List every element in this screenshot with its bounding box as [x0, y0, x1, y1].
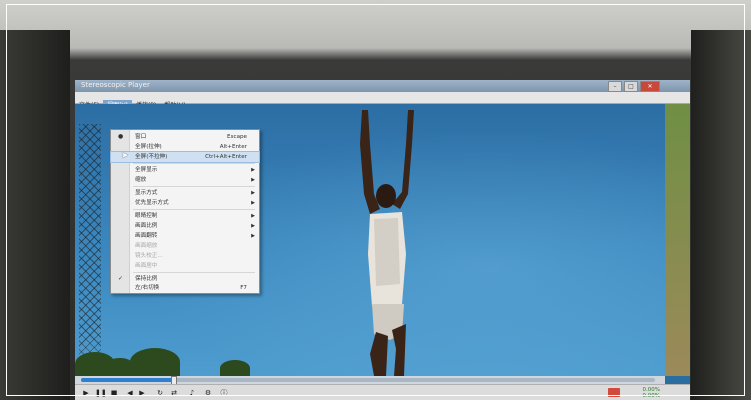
settings-icon[interactable]: ⚙ — [203, 388, 213, 398]
menu-item-window[interactable]: ● 窗口 Escape — [111, 132, 259, 142]
menu-item-fullscreen-display[interactable]: 全屏显示 ▶ — [111, 165, 259, 175]
next-icon[interactable]: ▶ — [137, 388, 147, 398]
play-icon[interactable]: ▶ — [81, 388, 91, 398]
menu-item-zoom[interactable]: 缩放 ▶ — [111, 175, 259, 185]
menu-item-swap-lr[interactable]: 左/右切换 F7 — [111, 283, 259, 293]
window-titlebar[interactable]: Stereoscopic Player – □ ✕ — [75, 80, 690, 92]
room-wall-right — [691, 30, 751, 400]
room-wall-left — [0, 30, 70, 400]
info-icon[interactable]: ⓘ — [219, 388, 229, 398]
status-readout: 0.00% 0.00% — [642, 387, 660, 399]
view-menu-dropdown: ● 窗口 Escape 全屏(拉伸) Alt+Enter 全屏(不拉伸) Ctr… — [110, 129, 260, 294]
submenu-arrow-icon: ▶ — [251, 233, 255, 239]
stop-icon[interactable]: ■ — [109, 388, 119, 398]
submenu-arrow-icon: ▶ — [251, 177, 255, 183]
seek-bar[interactable] — [75, 376, 665, 386]
menu-item-eye-control[interactable]: 眼睛控制 ▶ — [111, 211, 259, 221]
menu-item-center: 画面居中 — [135, 263, 158, 269]
menu-item-scale: 画面缩放 — [135, 243, 158, 249]
previous-icon[interactable]: ◀ — [125, 388, 135, 398]
minimize-button[interactable]: – — [608, 81, 622, 92]
stereo-mode-icon[interactable] — [608, 388, 620, 397]
submenu-arrow-icon: ▶ — [251, 190, 255, 196]
maximize-button[interactable]: □ — [624, 81, 638, 92]
loop-icon[interactable]: ↻ — [155, 388, 165, 398]
pause-icon[interactable]: ❚❚ — [95, 388, 107, 398]
menu-item-preferred-mode[interactable]: 优先显示方式 ▶ — [111, 198, 259, 208]
menubar: 文件(F)视图(V)播放(P)帮助(H) — [75, 92, 690, 111]
control-bar: ▶ ❚❚ ■ ◀ ▶ ↻ ⇄ ♪ ⚙ ⓘ 0.00% 0.00% — [75, 384, 690, 400]
photo: Stereoscopic Player – □ ✕ 文件(F)视图(V)播放(P… — [0, 0, 751, 400]
menu-separator — [133, 186, 255, 187]
menu-item-display-mode[interactable]: 显示方式 ▶ — [111, 188, 259, 198]
submenu-arrow-icon: ▶ — [251, 200, 255, 206]
submenu-arrow-icon: ▶ — [251, 167, 255, 173]
seek-progress — [81, 378, 173, 382]
video-area[interactable]: ● 窗口 Escape 全屏(拉伸) Alt+Enter 全屏(不拉伸) Ctr… — [75, 104, 690, 376]
menu-separator — [133, 163, 255, 164]
menu-separator — [133, 272, 255, 273]
foliage-strip — [665, 104, 690, 376]
radio-dot-icon: ● — [118, 133, 124, 140]
volume-icon[interactable]: ♪ — [187, 388, 197, 398]
swap-icon[interactable]: ⇄ — [169, 388, 179, 398]
menu-item-aspect-ratio[interactable]: 画面比例 ▶ — [111, 221, 259, 231]
submenu-arrow-icon: ▶ — [251, 213, 255, 219]
menu-separator — [133, 209, 255, 210]
menu-item-flip[interactable]: 画面翻转 ▶ — [111, 231, 259, 241]
mouse-cursor-icon: ➤ — [121, 151, 129, 161]
projection-screen: Stereoscopic Player – □ ✕ 文件(F)视图(V)播放(P… — [75, 80, 690, 400]
lattice-tower — [79, 124, 101, 374]
window-title: Stereoscopic Player — [81, 81, 150, 89]
close-button[interactable]: ✕ — [640, 81, 660, 92]
menu-item-fullscreen-nostretch[interactable]: 全屏(不拉伸) Ctrl+Alt+Enter — [110, 151, 260, 163]
menu-item-fullscreen-stretch[interactable]: 全屏(拉伸) Alt+Enter — [111, 142, 259, 152]
submenu-arrow-icon: ▶ — [251, 223, 255, 229]
menu-item-lens-correction: 镜头校正... — [135, 253, 163, 259]
athlete-figure — [360, 110, 414, 376]
